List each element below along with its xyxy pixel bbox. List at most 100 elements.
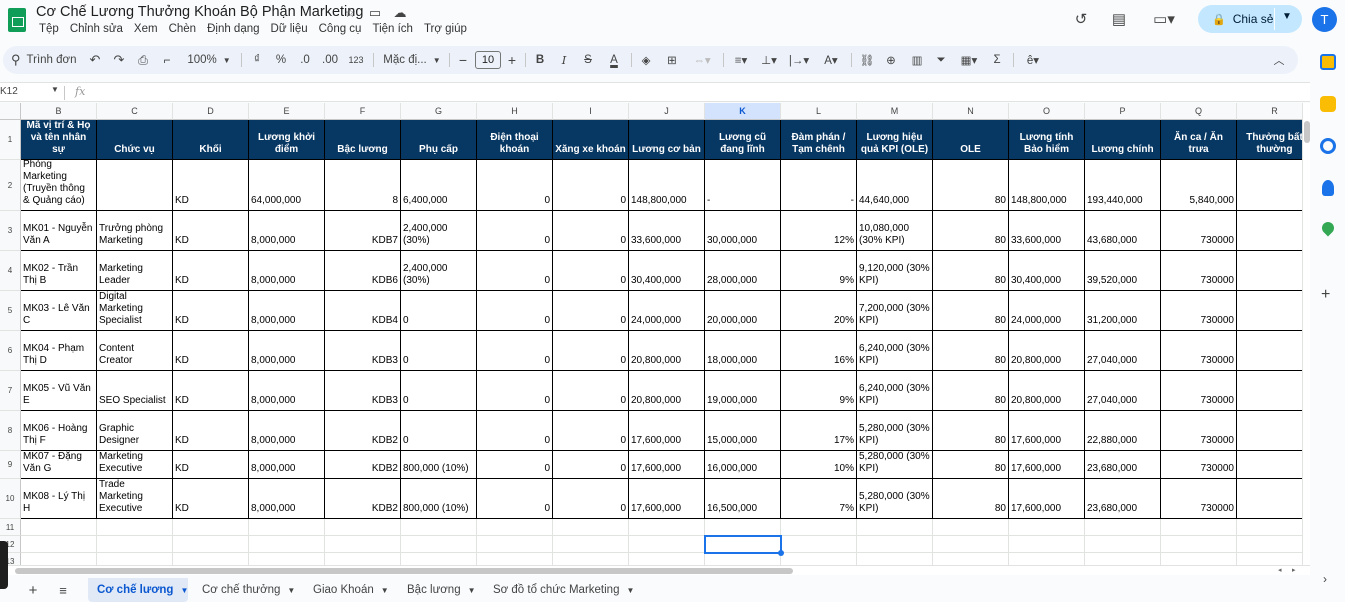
table-cell[interactable]: 20,000,000 xyxy=(705,291,781,331)
merge-cells-icon[interactable]: ⇔▾ xyxy=(687,46,717,74)
scroll-right-icon[interactable]: ▸ xyxy=(1292,566,1296,574)
table-cell[interactable]: MK05 - Vũ Văn E xyxy=(21,371,97,411)
table-cell[interactable]: 27,040,000 xyxy=(1085,331,1161,371)
header-cell[interactable]: Ăn ca / Ăn trưa xyxy=(1161,120,1237,160)
column-header-c[interactable]: C xyxy=(97,103,173,120)
table-cell[interactable]: MK06 - Hoàng Thị F xyxy=(21,411,97,451)
table-cell[interactable]: 27,040,000 xyxy=(1085,371,1161,411)
column-header-p[interactable]: P xyxy=(1085,103,1161,120)
name-box[interactable]: K12 xyxy=(0,86,18,97)
table-cell[interactable]: 22,880,000 xyxy=(1085,411,1161,451)
table-cell[interactable]: KDB6 xyxy=(325,251,401,291)
contacts-icon[interactable] xyxy=(1322,180,1334,196)
empty-cell[interactable] xyxy=(857,519,933,536)
table-cell[interactable]: 6,240,000 (30% KPI) xyxy=(857,371,933,411)
table-cell[interactable]: 31,200,000 xyxy=(1085,291,1161,331)
table-cell[interactable]: - xyxy=(705,160,781,211)
table-cell[interactable]: 800,000 (10%) xyxy=(401,479,477,519)
insert-comment-icon[interactable]: ⊕ xyxy=(881,46,901,74)
row-header[interactable]: 10 xyxy=(0,479,21,519)
table-cell[interactable]: 9% xyxy=(781,251,857,291)
horizontal-align-icon[interactable]: ≡▾ xyxy=(729,46,753,74)
decrease-decimal-button[interactable]: .0 xyxy=(295,46,315,74)
fill-color-icon[interactable]: ◈ xyxy=(637,46,655,74)
all-sheets-icon[interactable]: ≡ xyxy=(55,578,71,602)
table-cell[interactable]: KD xyxy=(173,479,249,519)
table-cell[interactable]: KD xyxy=(173,251,249,291)
percent-format-button[interactable]: % xyxy=(273,46,289,74)
spreadsheet-grid[interactable]: B C D E F G H I J K L M N O P Q R 1 2 3 4 5 6 7 8 9 10 11 12 13 Mã vị … xyxy=(0,103,1302,568)
header-cell[interactable]: Thưởng bất thường xyxy=(1237,120,1302,160)
table-cell[interactable]: 8,000,000 xyxy=(249,211,325,251)
empty-cell[interactable] xyxy=(477,519,553,536)
table-cell[interactable]: Content Creator xyxy=(97,331,173,371)
calendar-icon[interactable] xyxy=(1320,54,1336,70)
table-cell[interactable]: 0 xyxy=(477,291,553,331)
table-cell[interactable]: 23,680,000 xyxy=(1085,451,1161,479)
number-format-button[interactable]: 123 xyxy=(345,46,367,74)
table-cell[interactable]: 17,600,000 xyxy=(1009,451,1085,479)
paint-format-icon[interactable]: ⌐ xyxy=(157,46,177,74)
horizontal-scrollbar[interactable]: ◂ ▸ xyxy=(0,565,1310,575)
maps-icon[interactable] xyxy=(1319,219,1337,237)
table-cell[interactable]: 24,000,000 xyxy=(629,291,705,331)
selected-cell[interactable] xyxy=(704,535,782,554)
chevron-down-icon[interactable]: ▼ xyxy=(287,586,295,595)
table-cell[interactable]: 0 xyxy=(553,451,629,479)
header-cell[interactable]: Lương cũ đang lĩnh xyxy=(705,120,781,160)
table-cell[interactable]: KDB2 xyxy=(325,411,401,451)
table-cell[interactable]: 8,000,000 xyxy=(249,291,325,331)
filter-views-icon[interactable]: ▦▾ xyxy=(955,46,983,74)
table-cell[interactable]: 0 xyxy=(553,371,629,411)
side-handle[interactable] xyxy=(0,541,8,589)
menu-search[interactable]: ⚲ Trình đơn xyxy=(11,46,81,74)
bold-icon[interactable]: B xyxy=(531,46,549,74)
table-cell[interactable]: 23,680,000 xyxy=(1085,479,1161,519)
redo-icon[interactable]: ↷ xyxy=(109,46,129,74)
table-cell[interactable]: 39,520,000 xyxy=(1085,251,1161,291)
sheets-logo-icon[interactable] xyxy=(8,8,26,32)
table-cell[interactable]: 730000 xyxy=(1161,251,1237,291)
table-cell[interactable]: MK04 - Phạm Thị D xyxy=(21,331,97,371)
table-cell[interactable]: 17% xyxy=(781,411,857,451)
table-cell[interactable]: MK08 - Lý Thị H xyxy=(21,479,97,519)
keep-icon[interactable] xyxy=(1320,96,1336,112)
chevron-down-icon[interactable]: ▼ xyxy=(180,586,188,595)
menu-item[interactable]: Tệp xyxy=(34,23,65,35)
table-cell[interactable]: 10,080,000 (30% KPI) xyxy=(857,211,933,251)
table-cell[interactable]: 0 xyxy=(477,331,553,371)
table-cell[interactable]: 8,000,000 xyxy=(249,411,325,451)
table-cell[interactable]: 17,600,000 xyxy=(1009,411,1085,451)
empty-cell[interactable] xyxy=(21,519,97,536)
empty-cell[interactable] xyxy=(1085,519,1161,536)
avatar[interactable]: T xyxy=(1312,7,1337,32)
table-cell[interactable]: 0 xyxy=(401,331,477,371)
row-header[interactable]: 4 xyxy=(0,251,21,291)
table-cell[interactable]: 6,400,000 xyxy=(401,160,477,211)
table-cell[interactable]: Graphic Designer xyxy=(97,411,173,451)
menu-item[interactable]: Tiện ích xyxy=(367,23,418,35)
empty-cell[interactable] xyxy=(1009,536,1085,553)
column-header-q[interactable]: Q xyxy=(1161,103,1237,120)
table-cell[interactable]: 5,280,000 (30% KPI) xyxy=(857,451,933,479)
table-cell[interactable]: 80 xyxy=(933,451,1009,479)
table-cell[interactable]: 33,600,000 xyxy=(629,211,705,251)
table-cell[interactable]: 148,800,000 xyxy=(629,160,705,211)
table-cell[interactable] xyxy=(1237,331,1302,371)
table-cell[interactable]: 15,000,000 xyxy=(705,411,781,451)
header-cell[interactable]: Đàm phán / Tạm chênh xyxy=(781,120,857,160)
column-header-j[interactable]: J xyxy=(629,103,705,120)
header-cell[interactable]: Điện thoại khoán xyxy=(477,120,553,160)
header-cell[interactable]: OLE xyxy=(933,120,1009,160)
empty-cell[interactable] xyxy=(857,536,933,553)
table-cell[interactable]: KDB2 xyxy=(325,479,401,519)
empty-cell[interactable] xyxy=(781,536,857,553)
row-header[interactable]: 6 xyxy=(0,331,21,371)
table-cell[interactable] xyxy=(1237,251,1302,291)
insert-link-icon[interactable]: ⛓ xyxy=(857,46,877,74)
table-cell[interactable]: 0 xyxy=(401,291,477,331)
table-cell[interactable]: KD xyxy=(173,451,249,479)
font-select[interactable]: Mặc đị... ▼ xyxy=(381,46,443,74)
table-cell[interactable]: Phòng Marketing (Truyền thông & Quảng cá… xyxy=(21,160,97,211)
table-cell[interactable]: 33,600,000 xyxy=(1009,211,1085,251)
